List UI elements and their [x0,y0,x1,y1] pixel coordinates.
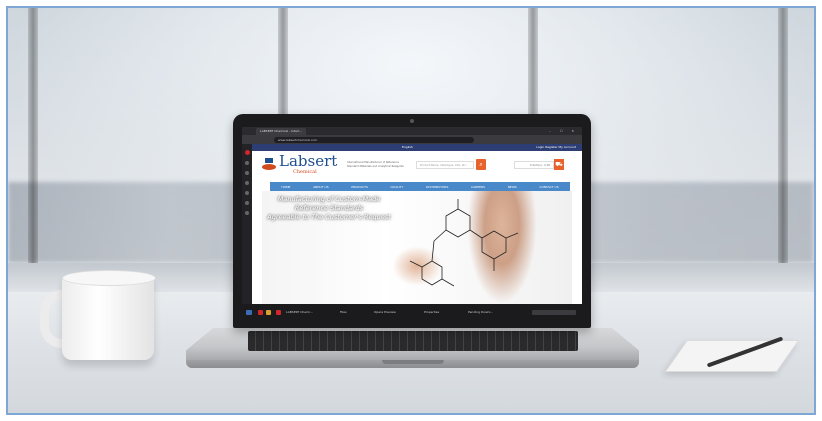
web-page: English Login Register My Account Labser… [252,144,582,304]
cart-icon: ⛟ [555,161,563,168]
nav-quality[interactable]: QUALITY [391,185,404,189]
cart-summary[interactable]: 0 item(s) - 0.00 [514,161,554,169]
sidebar-icon[interactable] [245,211,249,215]
window-controls[interactable]: – ☐ ✕ [549,127,578,135]
nav-news[interactable]: NEWS [508,185,517,189]
address-bar[interactable]: www.labsertchemical.com [274,136,474,143]
site-topbar: English Login Register My Account [252,144,582,151]
coffee-mug [62,276,154,360]
sidebar-icon[interactable] [245,181,249,185]
logo-name[interactable]: Labsert [279,154,337,169]
search-icon: ⌕ [479,161,483,168]
site-tagline: International Manufacturer of Reference … [347,161,404,168]
taskbar-item[interactable]: Pending Downl... [468,310,493,315]
system-tray[interactable] [532,310,576,315]
taskbar-app-icon[interactable] [276,310,281,315]
opera-icon[interactable] [244,150,250,155]
address-bar-row: www.labsertchemical.com [242,135,582,144]
window-frame [28,8,38,300]
window-frame [778,8,788,300]
laptop-keyboard [248,331,578,351]
flask-logo-icon [262,158,276,170]
start-icon[interactable] [246,310,252,315]
nav-distributors[interactable]: DISTRIBUTORS [426,185,448,189]
laptop-screen: LABSERT Chemical - Interl... – ☐ ✕ www.l… [242,127,582,321]
taskbar-item[interactable]: Files [340,310,347,315]
account-links[interactable]: Login Register My Account [536,144,576,151]
windows-taskbar: LABSERT Chemi... Files Opera Preview Pro… [242,304,582,321]
hero-banner: Manufacturing of Custom-Made Reference S… [262,191,572,304]
nav-products[interactable]: PRODUCTS [351,185,368,189]
browser-tab-bar: LABSERT Chemical - Interl... – ☐ ✕ [242,127,582,135]
logo-subtitle: Chemical [293,169,317,175]
laptop-notch [382,360,444,364]
search-input[interactable]: Product Name, Catalogue, CAS, etc. [416,161,474,169]
nav-home[interactable]: HOME [281,185,290,189]
taskbar-item[interactable]: LABSERT Chemi... [286,310,313,315]
photo-frame: LABSERT Chemical - Interl... – ☐ ✕ www.l… [0,0,822,421]
nav-about[interactable]: ABOUT US [313,185,329,189]
cart-button[interactable]: ⛟ [554,159,564,170]
molecule-drawing [409,199,519,287]
search-button[interactable]: ⌕ [476,159,486,170]
taskbar-app-icon[interactable] [258,310,263,315]
sidebar-icon[interactable] [245,201,249,205]
sidebar-icon[interactable] [245,191,249,195]
nav-contact[interactable]: CONTACT US [539,185,558,189]
main-nav: HOME ABOUT US PRODUCTS QUALITY DISTRIBUT… [270,182,570,191]
taskbar-item[interactable]: Opera Preview [374,310,396,315]
browser-tab[interactable]: LABSERT Chemical - Interl... [256,128,306,135]
nav-careers[interactable]: CAREERS [471,185,485,189]
sidebar-icon[interactable] [245,161,249,165]
taskbar-app-icon[interactable] [266,310,271,315]
taskbar-item[interactable]: Properties [424,310,439,315]
sidebar-icon[interactable] [245,171,249,175]
language-selector[interactable]: English [402,144,413,151]
webcam [410,119,414,123]
opera-sidebar [242,144,252,304]
mug-rim [62,270,156,286]
laptop-lid: LABSERT Chemical - Interl... – ☐ ✕ www.l… [233,114,591,328]
